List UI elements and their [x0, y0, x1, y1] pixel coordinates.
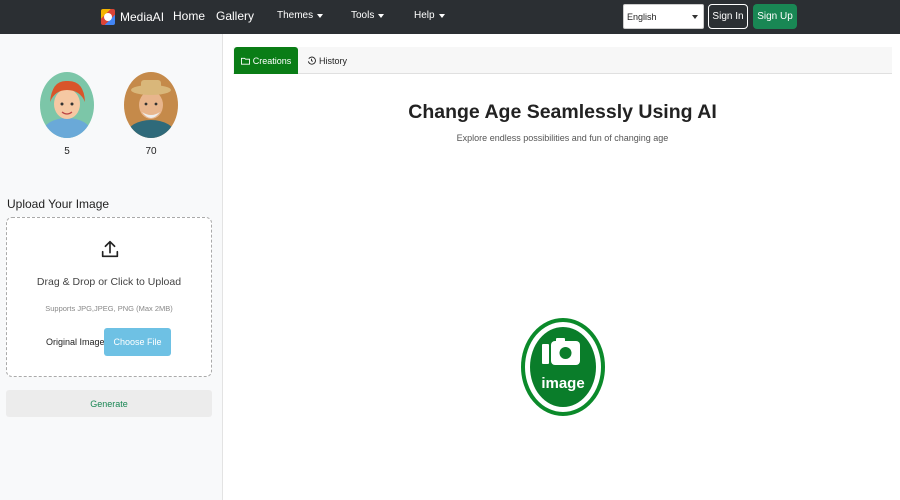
caret-down-icon	[438, 13, 445, 18]
tab-history-label: History	[319, 55, 348, 66]
upload-icon	[101, 240, 119, 258]
sign-up-button[interactable]: Sign Up	[753, 4, 797, 29]
age-sample-5-avatar[interactable]	[40, 72, 94, 138]
brand-logo-icon	[101, 9, 115, 25]
nav-home-link[interactable]: Home	[173, 9, 205, 23]
original-image-label: Original Image	[46, 337, 105, 347]
language-value: English	[627, 11, 657, 22]
age-sample-70-avatar[interactable]	[124, 72, 178, 138]
nav-themes-dropdown[interactable]: Themes	[277, 10, 324, 21]
language-select[interactable]: English	[623, 4, 704, 29]
upload-dropzone[interactable]: Drag & Drop or Click to Upload Supports …	[6, 217, 212, 377]
sign-in-button[interactable]: Sign In	[708, 4, 748, 29]
brand[interactable]: MediaAI	[101, 8, 164, 26]
nav-tools-label: Tools	[351, 10, 375, 21]
age-sample-5-label: 5	[64, 146, 70, 157]
tab-creations[interactable]: Creations	[234, 47, 298, 74]
nav-themes-label: Themes	[277, 10, 314, 21]
folder-icon	[240, 57, 250, 65]
upload-section-title: Upload Your Image	[7, 197, 110, 211]
choose-file-button[interactable]: Choose File	[104, 328, 171, 356]
elder-portrait-image	[124, 72, 178, 138]
caret-down-icon	[692, 14, 698, 19]
age-sample-70-label: 70	[145, 146, 157, 157]
page-title: Change Age Seamlessly Using AI	[408, 101, 717, 123]
caret-down-icon	[378, 13, 385, 18]
history-icon	[307, 56, 316, 65]
generate-button[interactable]: Generate	[6, 390, 212, 417]
tab-creations-label: Creations	[252, 55, 292, 66]
nav-help-label: Help	[414, 10, 435, 21]
nav-help-dropdown[interactable]: Help	[414, 10, 445, 21]
nav-gallery-link[interactable]: Gallery	[216, 9, 254, 23]
caret-down-icon	[317, 13, 324, 18]
left-panel: 5 70 Upload Your Image Drag & Drop or Cl…	[0, 34, 223, 500]
page-subtitle: Explore endless possibilities and fun of…	[456, 133, 669, 143]
image-placeholder-word: image	[541, 375, 584, 392]
brand-name: MediaAI	[120, 10, 165, 24]
nav-tools-dropdown[interactable]: Tools	[351, 10, 385, 21]
child-portrait-image	[40, 72, 94, 138]
drop-instructions: Drag & Drop or Click to Upload	[36, 276, 182, 288]
result-tabs: Creations History	[233, 47, 892, 74]
supported-formats-note: Supports JPG,JPEG, PNG (Max 2MB)	[45, 304, 173, 313]
top-navbar: MediaAI Home Gallery Themes Tools Help E…	[0, 0, 900, 34]
tab-history[interactable]: History	[307, 47, 347, 74]
image-placeholder-icon: image	[521, 318, 605, 416]
